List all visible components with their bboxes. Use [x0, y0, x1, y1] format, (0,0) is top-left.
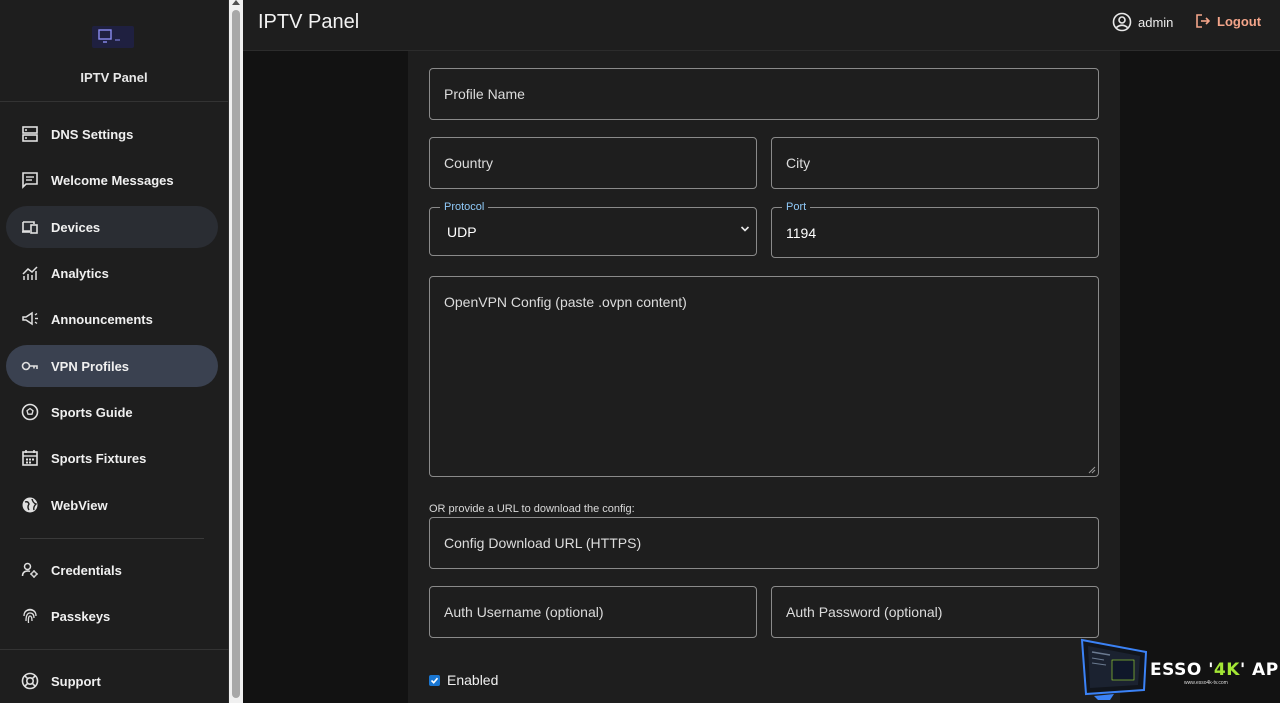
- sidebar-item-label: DNS Settings: [51, 126, 134, 142]
- soccer-ball-icon: [20, 402, 40, 422]
- resize-handle-icon[interactable]: [1088, 466, 1096, 474]
- sidebar-item-label: Passkeys: [51, 608, 111, 624]
- country-placeholder: Country: [444, 155, 494, 171]
- country-field[interactable]: Country: [429, 137, 757, 189]
- devices-icon: [20, 217, 40, 237]
- main-content: Profile Name Country City Protocol UDP P…: [243, 51, 1280, 703]
- user-menu[interactable]: admin: [1112, 12, 1173, 32]
- port-field[interactable]: Port 1194: [771, 201, 1099, 258]
- sidebar-item-credentials[interactable]: Credentials: [6, 549, 218, 591]
- protocol-select[interactable]: Protocol UDP: [429, 201, 757, 256]
- openvpn-config-placeholder: OpenVPN Config (paste .ovpn content): [444, 294, 687, 310]
- sidebar-item-label: WebView: [51, 497, 108, 513]
- enabled-checkbox[interactable]: [429, 674, 440, 686]
- port-label: Port: [782, 201, 811, 213]
- city-field[interactable]: City: [771, 137, 1099, 189]
- enabled-label: Enabled: [447, 672, 499, 688]
- sidebar-item-label: Devices: [51, 219, 101, 235]
- sidebar-item-label: VPN Profiles: [51, 358, 130, 374]
- analytics-icon: [20, 263, 40, 283]
- config-url-placeholder: Config Download URL (HTTPS): [444, 535, 642, 551]
- logout-icon: [1196, 14, 1211, 28]
- sidebar-item-welcome-messages[interactable]: Welcome Messages: [6, 159, 218, 201]
- sidebar-divider: [0, 649, 229, 650]
- profile-name-field[interactable]: Profile Name: [429, 68, 1099, 120]
- sidebar-item-announcements[interactable]: Announcements: [6, 298, 218, 340]
- config-url-field[interactable]: Config Download URL (HTTPS): [429, 517, 1099, 569]
- protocol-value: UDP: [447, 224, 477, 240]
- sidebar-item-sports-fixtures[interactable]: Sports Fixtures: [6, 437, 218, 479]
- globe-icon: [20, 495, 40, 515]
- checkmark-icon: [430, 677, 439, 684]
- tv-logo-icon: [92, 26, 134, 48]
- watermark-text: ESSO '4K' APPS: [1150, 660, 1280, 680]
- fingerprint-icon: [20, 606, 40, 626]
- scrollbar-thumb[interactable]: [232, 10, 240, 698]
- key-icon: [20, 356, 40, 376]
- sidebar-item-dns-settings[interactable]: DNS Settings: [6, 113, 218, 155]
- monitor-logo-icon: [1080, 638, 1148, 700]
- sidebar-item-label: Sports Guide: [51, 404, 133, 420]
- enabled-checkbox-row[interactable]: Enabled: [429, 672, 498, 688]
- user-cog-icon: [20, 560, 40, 580]
- top-app-bar: IPTV Panel admin Logout: [243, 0, 1280, 51]
- scroll-up-arrow-icon[interactable]: [232, 0, 240, 5]
- config-url-hint: OR provide a URL to download the config:: [429, 503, 635, 515]
- sidebar-item-analytics[interactable]: Analytics: [6, 252, 218, 294]
- account-circle-icon: [1112, 12, 1132, 32]
- logout-label: Logout: [1217, 13, 1262, 29]
- sidebar-item-support[interactable]: Support: [6, 660, 218, 702]
- sidebar-item-webview[interactable]: WebView: [6, 484, 218, 526]
- sidebar-item-passkeys[interactable]: Passkeys: [6, 595, 218, 637]
- message-icon: [20, 170, 40, 190]
- sidebar-divider: [20, 538, 204, 539]
- profile-name-placeholder: Profile Name: [444, 86, 525, 102]
- watermark-logo: ESSO '4K' APPS www.esso4k-tv.com: [1080, 638, 1280, 703]
- watermark-url: www.esso4k-tv.com: [1184, 680, 1228, 686]
- sidebar: IPTV Panel DNS Settings Welcome Messages…: [0, 0, 229, 703]
- city-placeholder: City: [786, 155, 811, 171]
- port-value: 1194: [786, 225, 817, 241]
- auth-password-field[interactable]: Auth Password (optional): [771, 586, 1099, 638]
- sidebar-item-label: Sports Fixtures: [51, 450, 147, 466]
- sidebar-item-sports-guide[interactable]: Sports Guide: [6, 391, 218, 433]
- openvpn-config-textarea[interactable]: OpenVPN Config (paste .ovpn content): [429, 276, 1099, 477]
- sidebar-scrollbar[interactable]: [229, 0, 243, 703]
- lifebuoy-icon: [20, 671, 40, 691]
- protocol-label: Protocol: [440, 201, 489, 213]
- logout-button[interactable]: Logout: [1195, 13, 1261, 29]
- auth-password-placeholder: Auth Password (optional): [786, 604, 943, 620]
- sidebar-item-label: Credentials: [51, 562, 122, 578]
- chevron-down-icon: [740, 226, 750, 232]
- brand-title: IPTV Panel: [80, 70, 148, 85]
- auth-username-field[interactable]: Auth Username (optional): [429, 586, 757, 638]
- username: admin: [1138, 14, 1174, 30]
- calendar-icon: [20, 448, 40, 468]
- sidebar-item-label: Analytics: [51, 265, 109, 281]
- sidebar-item-devices[interactable]: Devices: [6, 206, 218, 248]
- sidebar-item-label: Announcements: [51, 311, 153, 327]
- auth-username-placeholder: Auth Username (optional): [444, 604, 604, 620]
- page-title: IPTV Panel: [258, 11, 360, 33]
- sidebar-item-label: Support: [51, 673, 101, 689]
- sidebar-brand: IPTV Panel: [0, 0, 228, 102]
- sidebar-item-label: Welcome Messages: [51, 172, 174, 188]
- dns-icon: [20, 124, 40, 144]
- sidebar-item-vpn-profiles[interactable]: VPN Profiles: [6, 345, 218, 387]
- megaphone-icon: [20, 309, 40, 329]
